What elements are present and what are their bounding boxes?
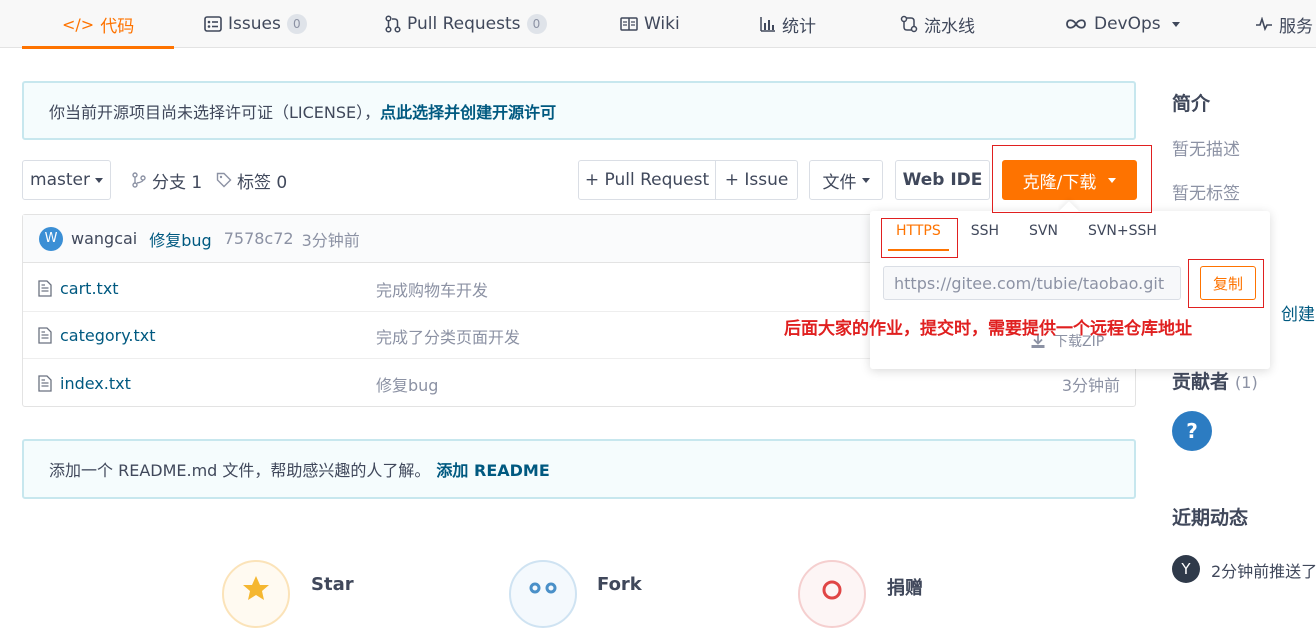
activity-item[interactable]: 2分钟前推送了 — [1211, 558, 1316, 582]
button-label: Web IDE — [902, 170, 983, 190]
avatar[interactable]: Y — [1172, 555, 1200, 583]
file-link[interactable]: category.txt — [38, 312, 156, 359]
infinity-icon — [1064, 17, 1088, 31]
chevron-down-icon — [94, 177, 103, 183]
intro-title: 简介 — [1172, 93, 1211, 115]
annotation-box-https — [881, 218, 958, 258]
file-icon — [38, 375, 52, 392]
tab-label: 服务 — [1279, 16, 1313, 37]
annotation-box-clone — [992, 145, 1152, 213]
pipeline-icon — [900, 15, 918, 33]
pulse-icon — [1255, 17, 1273, 31]
star-label: Star — [311, 574, 354, 595]
tab-label: Issues — [228, 14, 281, 34]
chevron-down-icon — [1171, 21, 1180, 27]
pr-count-badge: 0 — [526, 14, 547, 34]
web-ide-button[interactable]: Web IDE — [895, 160, 990, 200]
tab-svn-ssh[interactable]: SVN+SSH — [1074, 211, 1171, 251]
avatar[interactable]: ? — [1172, 411, 1212, 451]
tags-count: 标签 0 — [237, 172, 288, 193]
tab-devops[interactable]: DevOps — [1064, 0, 1180, 48]
annotation-box-copy — [1188, 259, 1264, 308]
contributors-count: (1) — [1235, 373, 1258, 392]
tab-code[interactable]: </> 代码 — [22, 0, 175, 49]
tab-label: DevOps — [1094, 14, 1161, 34]
button-label: + Pull Request — [584, 170, 710, 190]
activity-title: 近期动态 — [1172, 507, 1249, 529]
donate-icon[interactable] — [798, 560, 866, 628]
license-notice-text: 你当前开源项目尚未选择许可证（LICENSE）， — [49, 102, 381, 122]
tab-svn[interactable]: SVN — [1015, 211, 1072, 251]
branch-icon — [131, 172, 147, 188]
license-notice: 你当前开源项目尚未选择许可证（LICENSE）， 点此选择并创建开源许可 — [22, 81, 1136, 140]
file-name: cart.txt — [60, 279, 119, 298]
tag-icon — [216, 172, 232, 188]
commit-author[interactable]: wangcai — [71, 229, 137, 248]
fork-label: Fork — [597, 574, 642, 595]
readme-notice-text: 添加一个 README.md 文件，帮助感兴趣的人了解。 — [49, 461, 431, 480]
no-description: 暂无描述 — [1172, 140, 1240, 160]
avatar[interactable]: W — [39, 226, 63, 251]
fork-icon[interactable] — [509, 560, 577, 628]
branches-count: 分支 1 — [152, 172, 203, 193]
commit-time: 3分钟前 — [301, 230, 360, 250]
book-icon — [620, 16, 638, 32]
issues-icon — [204, 16, 222, 32]
tab-ssh[interactable]: SSH — [957, 211, 1013, 251]
tab-wiki[interactable]: Wiki — [620, 0, 680, 48]
code-icon: </> — [62, 14, 95, 34]
bar-chart-icon — [760, 16, 776, 32]
readme-notice: 添加一个 README.md 文件，帮助感兴趣的人了解。 添加 README — [22, 439, 1136, 499]
tab-label: Pull Requests — [407, 14, 521, 34]
contributors-title: 贡献者 — [1172, 371, 1230, 393]
button-label: + Issue — [724, 170, 789, 190]
branch-name: master — [30, 170, 90, 190]
active-tab-indicator — [22, 46, 175, 49]
file-link[interactable]: cart.txt — [38, 265, 119, 312]
clone-url-field[interactable] — [883, 266, 1181, 300]
button-label: 文件 — [822, 172, 857, 193]
chevron-down-icon — [861, 177, 870, 183]
tags-link[interactable]: 标签 0 — [216, 160, 287, 200]
tab-label: 统计 — [782, 16, 816, 37]
tab-issues[interactable]: Issues 0 — [204, 0, 307, 48]
donate-label: 捐赠 — [887, 578, 923, 599]
branches-link[interactable]: 分支 1 — [131, 160, 202, 200]
file-name: index.txt — [60, 374, 131, 393]
file-commit-message[interactable]: 完成了分类页面开发 — [376, 312, 520, 359]
file-commit-message[interactable]: 修复bug — [376, 360, 438, 407]
file-name: category.txt — [60, 326, 156, 345]
tab-stats[interactable]: 统计 — [760, 0, 816, 48]
branch-select[interactable]: master — [22, 160, 111, 200]
file-menu-button[interactable]: 文件 — [809, 160, 883, 200]
star-icon[interactable] — [222, 560, 290, 628]
new-issue-button[interactable]: + Issue — [715, 160, 798, 200]
tab-services[interactable]: 服务 — [1255, 0, 1313, 48]
tab-label: 流水线 — [924, 16, 975, 37]
no-tags: 暂无标签 — [1172, 184, 1240, 204]
pull-request-icon — [385, 15, 401, 33]
issues-count-badge: 0 — [286, 14, 307, 34]
repo-nav: </> 代码 Issues 0 Pull Requests 0 Wiki 统计 … — [0, 0, 1316, 49]
tab-pull-requests[interactable]: Pull Requests 0 — [385, 0, 547, 48]
tab-label: Wiki — [644, 14, 680, 34]
file-commit-message[interactable]: 完成购物车开发 — [376, 265, 488, 312]
tab-pipeline[interactable]: 流水线 — [900, 0, 975, 48]
annotation-text: 后面大家的作业，提交时，需要提供一个远程仓库地址 — [784, 319, 1192, 339]
create-license-link[interactable]: 点此选择并创建开源许可 — [380, 99, 556, 123]
commit-hash[interactable]: 7578c72 — [224, 229, 294, 248]
new-pull-request-button[interactable]: + Pull Request — [578, 160, 716, 200]
tab-label: 代码 — [100, 16, 135, 37]
commit-message[interactable]: 修复bug — [149, 227, 211, 251]
file-icon — [38, 280, 52, 297]
file-link[interactable]: index.txt — [38, 360, 131, 407]
contributors-header: 贡献者 (1) — [1172, 367, 1258, 394]
create-link[interactable]: 创建 — [1281, 300, 1315, 325]
add-readme-link[interactable]: 添加 README — [436, 457, 549, 481]
file-icon — [38, 327, 52, 344]
